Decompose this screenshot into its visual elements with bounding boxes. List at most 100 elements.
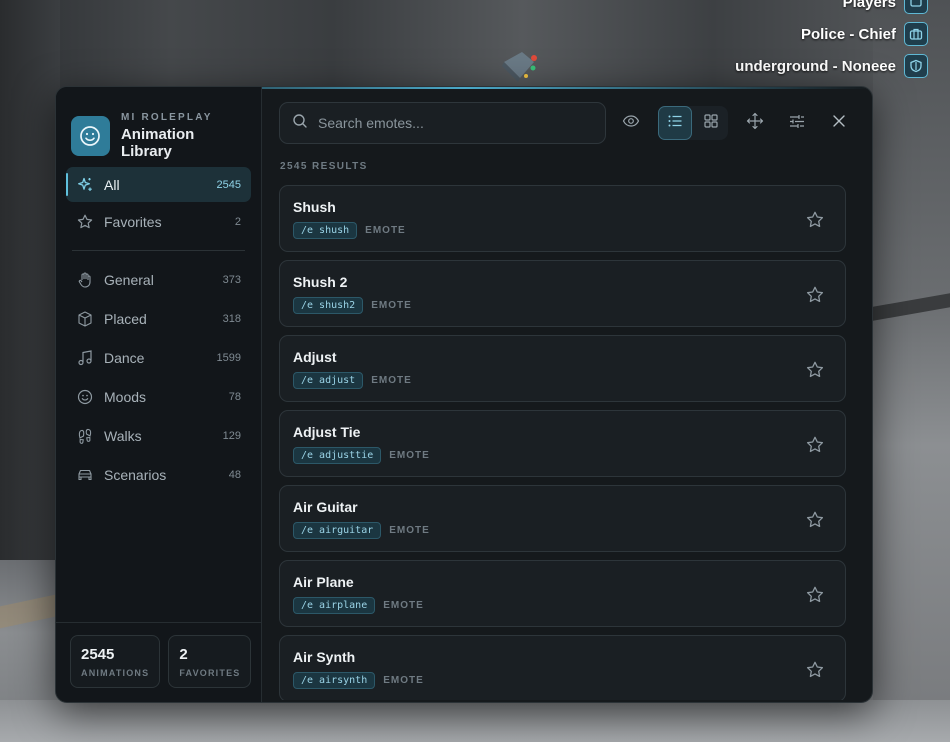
move-icon	[746, 112, 764, 135]
search-input[interactable]	[318, 115, 578, 131]
stat-animations: 2545 ANIMATIONS	[70, 635, 161, 688]
emote-card[interactable]: Adjust/e adjust EMOTE	[279, 335, 846, 402]
eye-icon	[622, 112, 640, 135]
sidebar-item-count: 2	[234, 215, 241, 228]
sidebar-item-label: Favorites	[104, 213, 162, 230]
settings-button[interactable]	[780, 106, 814, 140]
brand-subtitle: MI ROLEPLAY	[120, 112, 213, 123]
favorite-star-icon[interactable]	[805, 510, 825, 530]
main-content: 2545 RESULTS Shush/e shushEMOTE Shush 2/e…	[262, 87, 872, 702]
emote-name: Air Plane	[293, 574, 354, 590]
emote-meta: /e shush2 EMOTE	[293, 297, 832, 314]
emote-card[interactable]: Air Plane/e airplane EMOTE	[279, 560, 846, 627]
hud-job-label: Police - Chief	[800, 25, 896, 43]
emote-command: /e airsynth	[293, 672, 376, 689]
emote-meta: /e adjusttie EMOTE	[293, 447, 832, 464]
preview-toggle-button[interactable]	[614, 106, 648, 140]
sidebar-item-count: 318	[222, 312, 241, 325]
favorite-star-icon[interactable]	[805, 285, 825, 305]
emote-name: Shush	[293, 199, 336, 215]
grid-icon	[703, 113, 719, 134]
favorite-star-icon[interactable]	[805, 360, 825, 380]
emote-command: /e shush2	[293, 297, 364, 314]
smiley-icon	[76, 388, 94, 406]
toolbar	[262, 87, 872, 145]
sidebar-item-placed[interactable]: Placed 318	[66, 300, 251, 337]
close-button[interactable]	[822, 106, 856, 140]
brand: MI ROLEPLAY Animation Library	[56, 87, 261, 167]
sidebar-item-count: 373	[222, 273, 241, 286]
sidebar-item-moods[interactable]: Moods 78	[66, 378, 251, 415]
sidebar-item-count: 48	[228, 468, 241, 481]
sidebar-item-walks[interactable]: Walks 129	[66, 417, 251, 454]
sidebar-item-count: 1599	[216, 351, 241, 364]
stat-value: 2545	[81, 646, 115, 663]
hud-players-label: Players	[842, 0, 896, 11]
emote-type: EMOTE	[389, 450, 430, 461]
hud: Players Police - Chief underground - Non…	[735, 0, 928, 78]
shield-icon	[904, 54, 928, 78]
sidebar-item-label: Scenarios	[104, 466, 167, 483]
favorite-star-icon[interactable]	[805, 435, 825, 455]
sidebar-item-dance[interactable]: Dance 1599	[66, 339, 251, 376]
sidebar-item-label: Dance	[104, 349, 145, 366]
sidebar-item-count: 129	[222, 429, 241, 442]
players-icon	[904, 0, 928, 14]
emote-list[interactable]: Shush/e shush EMOTE Shush 2/e shush2 EMOTE A…	[279, 185, 846, 700]
hud-gang-label: underground - Noneee	[735, 57, 896, 75]
list-view-button[interactable]	[658, 106, 692, 140]
emote-meta: /e adjust EMOTE	[293, 372, 832, 389]
animation-library-panel: MI ROLEPLAY Animation Library All 2545 F…	[55, 86, 873, 703]
emote-card[interactable]: Air Guitar/e airguitar EMOTE	[279, 485, 846, 552]
search-box[interactable]	[279, 102, 606, 144]
emote-meta: /e airsynth EMOTE	[293, 672, 832, 689]
emote-type: EMOTE	[371, 375, 412, 386]
sliders-icon	[788, 112, 806, 135]
results-count: 2545 RESULTS	[280, 161, 368, 172]
emote-command: /e adjusttie	[293, 447, 382, 464]
emote-name: Adjust	[293, 349, 337, 365]
hand-icon	[76, 271, 94, 289]
car-icon	[76, 466, 94, 484]
emote-command: /e adjust	[293, 372, 364, 389]
emote-type: EMOTE	[371, 300, 412, 311]
sidebar-item-count: 2545	[216, 178, 241, 191]
emote-card[interactable]: Shush 2/e shush2 EMOTE	[279, 260, 846, 327]
brand-title: Animation Library	[120, 126, 195, 160]
emote-type: EMOTE	[365, 225, 406, 236]
emote-command: /e airguitar	[293, 522, 382, 539]
emote-type: EMOTE	[383, 600, 424, 611]
emote-name: Air Guitar	[293, 499, 358, 515]
emote-card[interactable]: Shush/e shush EMOTE	[279, 185, 846, 252]
emote-card[interactable]: Air Synth/e airsynth EMOTE	[279, 635, 846, 700]
favorite-star-icon[interactable]	[805, 660, 825, 680]
briefcase-icon	[904, 22, 928, 46]
favorite-star-icon[interactable]	[805, 585, 825, 605]
box-icon	[76, 310, 94, 328]
emote-meta: /e airguitar EMOTE	[293, 522, 832, 539]
favorite-star-icon[interactable]	[805, 210, 825, 230]
sidebar-item-general[interactable]: General 373	[66, 261, 251, 298]
sidebar-item-count: 78	[228, 390, 241, 403]
stat-favorites: 2 FAVORITES	[168, 635, 252, 688]
emote-name: Shush 2	[293, 274, 348, 290]
sidebar-item-scenarios[interactable]: Scenarios 48	[66, 456, 251, 493]
move-button[interactable]	[738, 106, 772, 140]
emote-card[interactable]: Adjust Tie/e adjusttie EMOTE	[279, 410, 846, 477]
player-marker-icon	[502, 52, 537, 82]
emote-type: EMOTE	[389, 525, 430, 536]
sidebar-item-all[interactable]: All 2545	[66, 167, 251, 202]
stat-label: FAVORITES	[179, 668, 241, 678]
hud-job: Police - Chief	[801, 22, 928, 46]
sidebar-divider	[72, 250, 245, 251]
search-icon	[292, 113, 308, 134]
sidebar-item-favorites[interactable]: Favorites 2	[66, 204, 251, 239]
sparkle-icon	[76, 176, 94, 194]
emote-name: Adjust Tie	[293, 424, 361, 440]
emote-type: EMOTE	[383, 675, 424, 686]
brand-text: MI ROLEPLAY Animation Library	[121, 112, 246, 160]
sidebar: MI ROLEPLAY Animation Library All 2545 F…	[56, 87, 262, 702]
smiley-logo-icon	[71, 116, 110, 156]
grid-view-button[interactable]	[694, 106, 728, 140]
emote-command: /e airplane	[293, 597, 376, 614]
